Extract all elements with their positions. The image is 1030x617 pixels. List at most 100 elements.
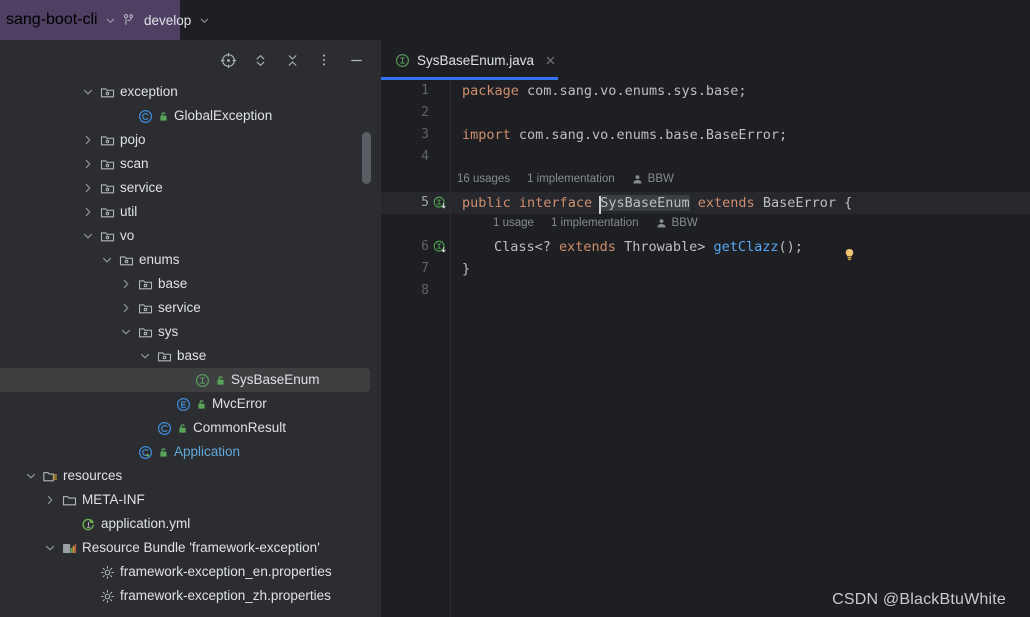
tree-node-label: META-INF [82,492,145,507]
author-hint[interactable]: BBW [648,170,674,188]
chevron-down-icon[interactable] [120,326,133,339]
package-icon [99,84,115,100]
spring-yaml-icon [80,516,96,532]
public-badge-icon [215,375,226,386]
editor-tab-sysbaseenum[interactable]: SysBaseEnum.java [381,40,572,80]
implementations-hint[interactable]: 1 implementation [527,170,615,188]
tree-node-util[interactable]: util [0,200,381,224]
tree-node-commonresult[interactable]: CommonResult [0,416,381,440]
code-line-3: import com.sang.vo.enums.base.BaseError; [462,124,787,146]
person-icon [633,174,642,184]
tree-node-vo[interactable]: vo [0,224,381,248]
properties-icon [99,564,115,580]
text-caret [599,196,602,214]
intention-bulb-icon[interactable] [843,248,856,262]
expand-collapse-icon[interactable] [249,49,271,71]
tree-node-base[interactable]: base [0,272,381,296]
chevron-right-icon[interactable] [120,278,133,291]
tree-node-label: enums [139,252,180,267]
tree-node-label: framework-exception_zh.properties [120,588,331,603]
chevron-down-icon[interactable] [139,350,152,363]
tree-node-application-yml[interactable]: application.yml [0,512,381,536]
line-number: 3 [421,127,429,142]
chevron-down-icon [201,18,209,23]
author-hint[interactable]: BBW [672,214,698,232]
inlay-hint-line5[interactable]: 16 usages 1 implementation BBW [457,170,674,188]
sidebar-scrollbar-thumb[interactable] [362,132,371,184]
collapse-all-icon[interactable] [281,49,303,71]
tree-node-sysbaseenum[interactable]: SysBaseEnum [0,368,370,392]
tree-node-service[interactable]: service [0,176,381,200]
tree-node-enums[interactable]: enums [0,248,381,272]
tree-node-application[interactable]: Application [0,440,381,464]
chevron-right-icon[interactable] [82,182,95,195]
folder-icon [61,492,77,508]
tree-node-mvcerror[interactable]: MvcError [0,392,381,416]
tree-node-resources[interactable]: resources [0,464,381,488]
package-icon [99,132,115,148]
spring-class-icon [137,444,153,460]
public-badge-icon [177,423,188,434]
implemented-by-icon[interactable] [433,240,447,254]
tree-node-exception[interactable]: exception [0,80,381,104]
keyword-package: package [462,83,519,99]
tree-node-label: util [120,204,138,219]
tree-node-framework-exception-en-properties[interactable]: framework-exception_en.properties [0,560,381,584]
keyword-interface: interface [518,195,593,211]
chevron-down-icon[interactable] [82,230,95,243]
inlay-hint-line6[interactable]: 1 usage 1 implementation BBW [493,214,698,232]
chevron-down-icon[interactable] [25,470,38,483]
code-line-6: Class<? extends Throwable> getClazz(); [494,236,803,258]
keyword-import: import [462,127,511,143]
chevron-right-icon[interactable] [82,206,95,219]
tree-node-label: framework-exception_en.properties [120,564,332,579]
tree-node-label: pojo [120,132,146,147]
tree-node-resource-bundle-framework-exception[interactable]: Resource Bundle 'framework-exception' [0,536,381,560]
tree-node-globalexception[interactable]: GlobalException [0,104,381,128]
person-icon [656,218,666,228]
code-text: (); [778,239,803,255]
more-options-icon[interactable] [313,49,335,71]
public-badge-icon [158,447,169,458]
chevron-right-icon[interactable] [44,494,57,507]
chevron-right-icon[interactable] [120,302,133,315]
implemented-by-icon[interactable] [433,196,447,210]
close-icon[interactable] [544,54,557,67]
line-number: 1 [421,83,429,98]
implementations-hint[interactable]: 1 implementation [551,214,639,232]
select-opened-file-icon[interactable] [217,49,239,71]
package-icon [156,348,172,364]
chevron-right-icon[interactable] [82,134,95,147]
tree-node-label: resources [63,468,123,483]
project-tool-window: exception GlobalException pojo scan service u… [0,40,381,617]
chevron-down-icon[interactable] [101,254,114,267]
tree-node-meta-inf[interactable]: META-INF [0,488,381,512]
tree-node-pojo[interactable]: pojo [0,128,381,152]
package-icon [99,180,115,196]
chevron-down-icon[interactable] [44,542,57,555]
tree-node-sys[interactable]: sys [0,320,381,344]
hide-tool-window-icon[interactable] [345,49,367,71]
editor-area: SysBaseEnum.java 1 2 3 4 5 6 7 8 package… [381,40,1030,617]
tree-node-label: application.yml [101,516,191,531]
line-number: 7 [421,261,429,276]
tree-node-framework-exception-zh-properties[interactable]: framework-exception_zh.properties [0,584,381,608]
tree-node-service[interactable]: service [0,296,381,320]
code-editor[interactable]: 1 2 3 4 5 6 7 8 package com.sang.vo.enum… [381,80,1030,617]
chevron-right-icon[interactable] [82,158,95,171]
chevron-down-icon[interactable] [82,86,95,99]
package-icon [118,252,134,268]
git-branch-widget[interactable]: develop [110,0,222,40]
project-tree[interactable]: exception GlobalException pojo scan service u… [0,80,381,617]
interface-icon [395,53,410,67]
usages-hint[interactable]: 1 usage [493,214,534,232]
line-number: 8 [421,283,429,298]
tree-node-label: Application [174,444,241,459]
tree-node-scan[interactable]: scan [0,152,381,176]
tree-node-base[interactable]: base [0,344,381,368]
usages-hint[interactable]: 16 usages [457,170,510,188]
editor-tabbar: SysBaseEnum.java [381,40,1030,80]
interface-icon [194,372,210,388]
project-widget[interactable]: sang-boot-cli [0,0,128,40]
package-icon [137,324,153,340]
